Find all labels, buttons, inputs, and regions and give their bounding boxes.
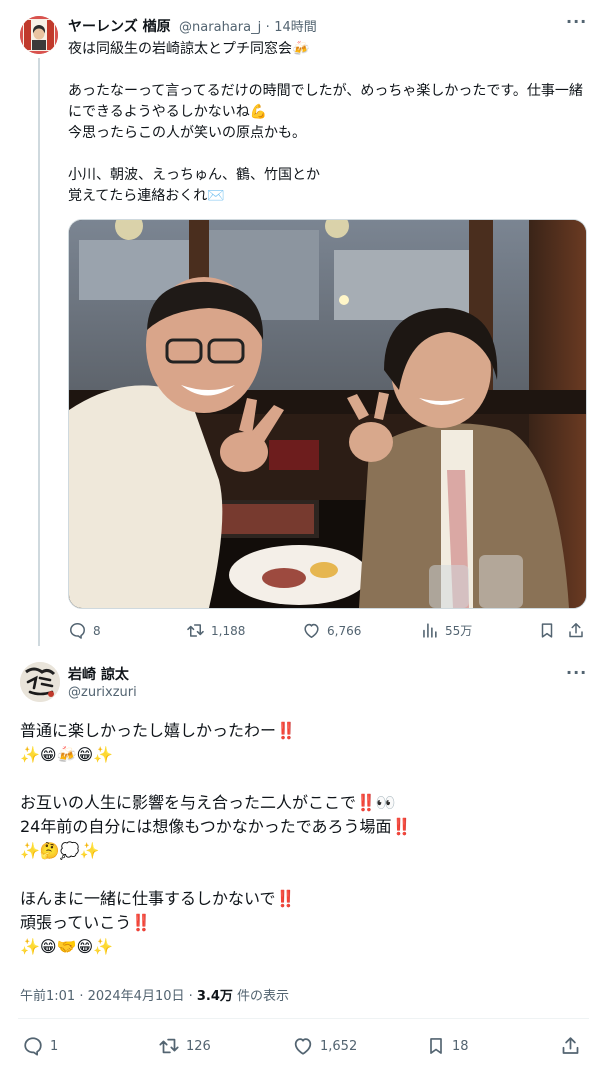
bookmark-button[interactable] <box>538 621 556 640</box>
divider <box>18 1018 589 1019</box>
like-count: 6,766 <box>327 623 362 638</box>
retweet-button[interactable]: 1,188 <box>186 621 245 640</box>
author-handle[interactable]: @narahara_j <box>179 20 261 35</box>
avatar[interactable] <box>20 16 58 54</box>
reply-icon <box>24 1037 42 1056</box>
reply-view-count: 3.4万 <box>196 989 233 1004</box>
reply-like-count: 1,652 <box>320 1038 358 1054</box>
reply-reply-count: 1 <box>50 1038 59 1054</box>
reply-retweet-button[interactable]: 126 <box>158 1035 211 1057</box>
reply-avatar-image <box>20 662 60 702</box>
retweet-count: 1,188 <box>211 623 246 638</box>
reply-retweet-count: 126 <box>186 1038 211 1054</box>
views-icon <box>423 623 437 638</box>
heart-icon <box>294 1038 312 1055</box>
reply-count: 8 <box>93 623 101 638</box>
reply-reply-button[interactable]: 1 <box>22 1035 58 1057</box>
bookmark-icon <box>430 1038 442 1054</box>
reply-button[interactable]: 8 <box>68 621 101 640</box>
views-button[interactable]: 55万 <box>420 621 472 640</box>
reply-text: 普通に楽しかったし嬉しかったわー‼️ ✨😁🍻😁✨ お互いの人生に影響を与え合った… <box>20 721 412 956</box>
more-icon[interactable]: ··· <box>566 12 587 31</box>
reply-avatar[interactable] <box>20 662 60 702</box>
heart-icon <box>304 623 319 638</box>
author-name[interactable]: ヤーレンズ 楢原 <box>68 19 171 35</box>
thread-line <box>38 58 40 646</box>
view-count: 55万 <box>445 624 473 638</box>
retweet-icon <box>187 624 204 637</box>
reply-view-suffix: 件の表示 <box>232 989 290 1004</box>
share-button[interactable] <box>567 621 585 640</box>
avatar-image <box>20 16 58 54</box>
bookmark-icon <box>541 623 553 638</box>
reply-author-handle[interactable]: @zurixzuri <box>68 685 137 700</box>
reply-bookmark-button[interactable]: 18 <box>426 1035 469 1057</box>
tweet-header: ヤーレンズ 楢原 @narahara_j · 14時間 <box>68 16 317 36</box>
tweet-time[interactable]: 14時間 <box>274 20 317 35</box>
reply-author-name[interactable]: 岩崎 諒太 <box>68 664 129 684</box>
tweet-photo[interactable] <box>68 219 587 609</box>
photo-illustration <box>69 220 586 608</box>
reply-bookmark-count: 18 <box>452 1038 469 1054</box>
reply-more-icon[interactable]: ··· <box>566 663 587 682</box>
time-separator: · <box>265 20 270 35</box>
tweet-text: 夜は同級生の岩崎諒太とプチ同窓会🍻 あったなーって言ってるだけの時間でしたが、め… <box>68 41 583 204</box>
reply-share-button[interactable] <box>560 1035 581 1057</box>
retweet-icon <box>159 1038 179 1054</box>
share-icon <box>562 1037 579 1054</box>
reply-timestamp[interactable]: 午前1:01 · 2024年4月10日 · <box>20 989 197 1004</box>
reply-icon <box>70 623 85 639</box>
like-button[interactable]: 6,766 <box>302 621 361 640</box>
share-icon <box>569 623 583 638</box>
reply-meta: 午前1:01 · 2024年4月10日 · 3.4万 件の表示 <box>20 985 289 1004</box>
reply-like-button[interactable]: 1,652 <box>292 1035 357 1057</box>
